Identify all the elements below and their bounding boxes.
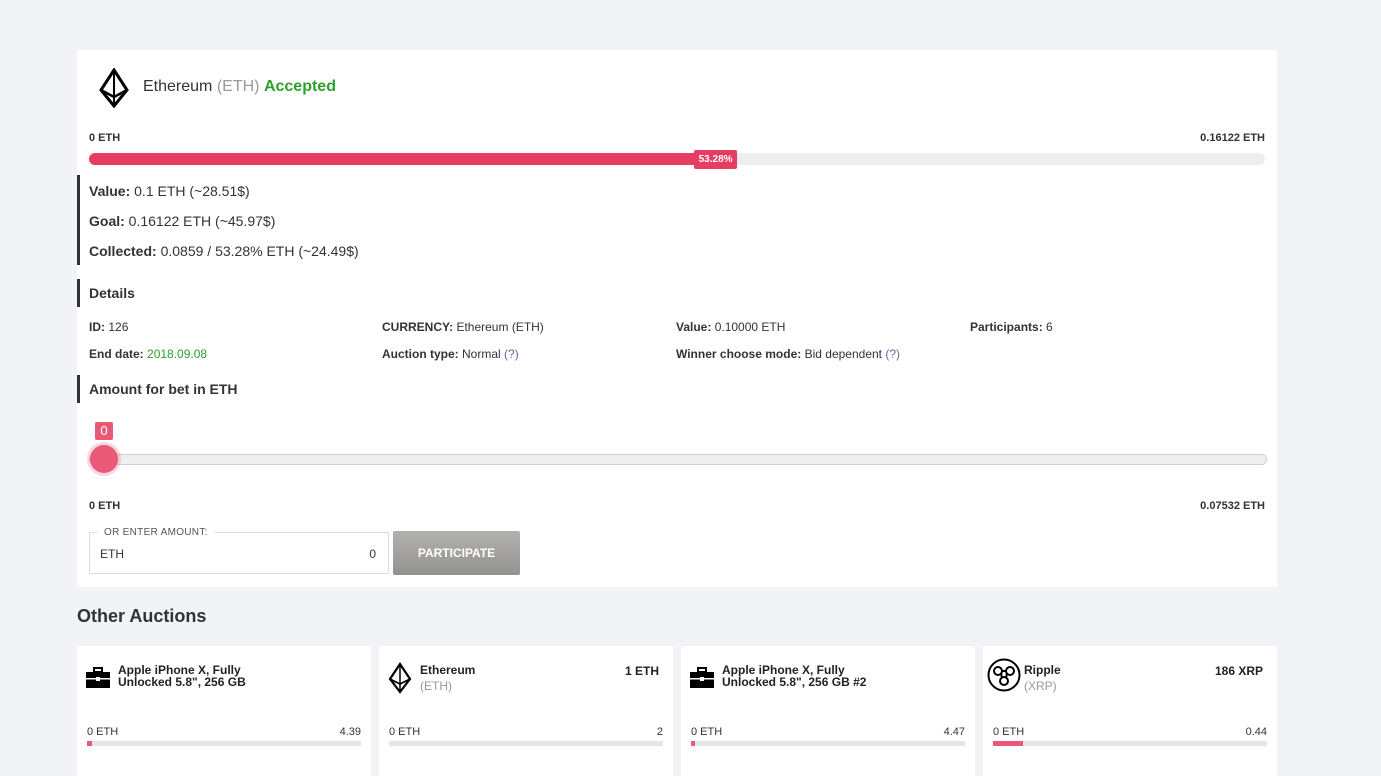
value-text: 0.1 ETH (~28.51$) [134,183,250,199]
tile-min: 0 ETH [691,726,723,738]
tile-min: 0 ETH [87,726,119,738]
tile-progress-bar [691,741,965,746]
range-max: 0.16122 ETH [1200,132,1265,144]
tile-max: 2 [656,726,663,738]
detail-auction-type: Auction type: Normal (?) [382,347,519,361]
tile-progress-bar [87,741,361,746]
tile-progress-bar [993,741,1267,746]
progress-fill [89,153,716,165]
auction-type-help-link[interactable]: (?) [504,347,519,361]
value-label: Value: [89,183,131,199]
tile-name: Apple iPhone X, Fully Unlocked 5.8", 256… [118,663,246,689]
detail-currency: CURRENCY: Ethereum (ETH) [382,320,544,334]
tile-symbol: (ETH) [420,679,452,693]
detail-participants-label: Participants: [970,320,1043,334]
ethereum-icon [388,662,412,694]
detail-currency-label: CURRENCY: [382,320,454,334]
collected-line: Collected: 0.0859 / 53.28% ETH (~24.49$) [89,243,359,259]
amount-currency: ETH [100,547,124,561]
tile-progress-bar [389,741,663,746]
bet-slider-handle[interactable] [90,445,118,473]
detail-value-label: Value: [676,320,712,334]
auction-tile-4[interactable]: Ripple (XRP) 186 XRP 0 ETH 0.44 [983,646,1277,776]
progress-percent-badge: 53.28% [693,150,738,169]
amount-field: OR ENTER AMOUNT: ETH [89,527,389,574]
status-badge: Accepted [263,78,336,95]
detail-end-date-value: 2018.09.08 [147,347,208,361]
detail-participants-value: 6 [1046,320,1053,334]
other-auctions-heading: Other Auctions [77,606,207,626]
detail-currency-value: Ethereum (ETH) [456,320,544,334]
progress-bar [89,153,1265,165]
detail-winner-mode-label: Winner choose mode: [676,347,802,361]
tile-name: Apple iPhone X, Fully Unlocked 5.8", 256… [722,663,867,689]
detail-id-label: ID: [89,320,105,334]
auction-title: Ethereum (ETH) Accepted [143,78,336,96]
auction-tile-3[interactable]: Apple iPhone X, Fully Unlocked 5.8", 256… [681,646,975,776]
ripple-icon [987,658,1021,692]
amount-legend: OR ENTER AMOUNT: [98,527,214,538]
briefcase-icon [690,667,714,688]
currency-name: Ethereum [143,78,213,95]
slider-min: 0 ETH [89,500,121,512]
collected-text: 0.0859 / 53.28% ETH (~24.49$) [160,243,359,259]
ethereum-icon [99,68,129,108]
tile-price: 1 ETH [624,664,659,678]
auction-tile-1[interactable]: Apple iPhone X, Fully Unlocked 5.8", 256… [77,646,371,776]
detail-end-date: End date: 2018.09.08 [89,347,207,361]
winner-mode-help-link[interactable]: (?) [885,347,900,361]
tile-name: Ethereum [420,663,476,677]
detail-participants: Participants: 6 [970,320,1053,334]
detail-id: ID: 126 [89,320,128,334]
bet-heading: Amount for bet in ETH [77,375,238,403]
tile-max: 0.44 [1245,726,1267,738]
tile-symbol: (XRP) [1024,679,1057,693]
participate-button[interactable]: PARTICIPATE [393,531,520,575]
tile-progress-fill [691,741,696,746]
detail-auction-type-value: Normal [462,347,501,361]
currency-symbol: (ETH) [216,78,260,95]
goal-text: 0.16122 ETH (~45.97$) [128,213,276,229]
detail-end-date-label: End date: [89,347,144,361]
auction-card: Ethereum (ETH) Accepted 0 ETH 0.16122 ET… [77,50,1277,587]
collected-label: Collected: [89,243,157,259]
slider-value-badge: 0 [95,422,113,440]
goal-label: Goal: [89,213,125,229]
auction-tile-2[interactable]: Ethereum (ETH) 1 ETH 0 ETH 2 [379,646,673,776]
detail-value: Value: 0.10000 ETH [676,320,785,334]
range-min: 0 ETH [89,132,121,144]
tile-price: 186 XRP [1214,664,1263,678]
detail-winner-mode: Winner choose mode: Bid dependent (?) [676,347,900,361]
tile-min: 0 ETH [993,726,1025,738]
amount-input[interactable] [254,543,378,565]
detail-winner-mode-value: Bid dependent [804,347,882,361]
tile-progress-fill [993,741,1024,746]
tile-progress-fill [87,741,93,746]
slider-max: 0.07532 ETH [1200,500,1265,512]
tile-max: 4.47 [943,726,965,738]
goal-line: Goal: 0.16122 ETH (~45.97$) [89,213,275,229]
detail-value-value: 0.10000 ETH [714,320,786,334]
details-heading: Details [77,279,135,307]
tile-name: Ripple [1024,663,1061,677]
tile-min: 0 ETH [389,726,421,738]
detail-id-value: 126 [108,320,129,334]
bet-slider-track[interactable] [89,454,1267,465]
briefcase-icon [86,667,110,688]
tile-max: 4.39 [339,726,361,738]
value-line: Value: 0.1 ETH (~28.51$) [89,183,250,199]
detail-auction-type-label: Auction type: [382,347,459,361]
auction-stats: Value: 0.1 ETH (~28.51$) Goal: 0.16122 E… [77,175,680,265]
